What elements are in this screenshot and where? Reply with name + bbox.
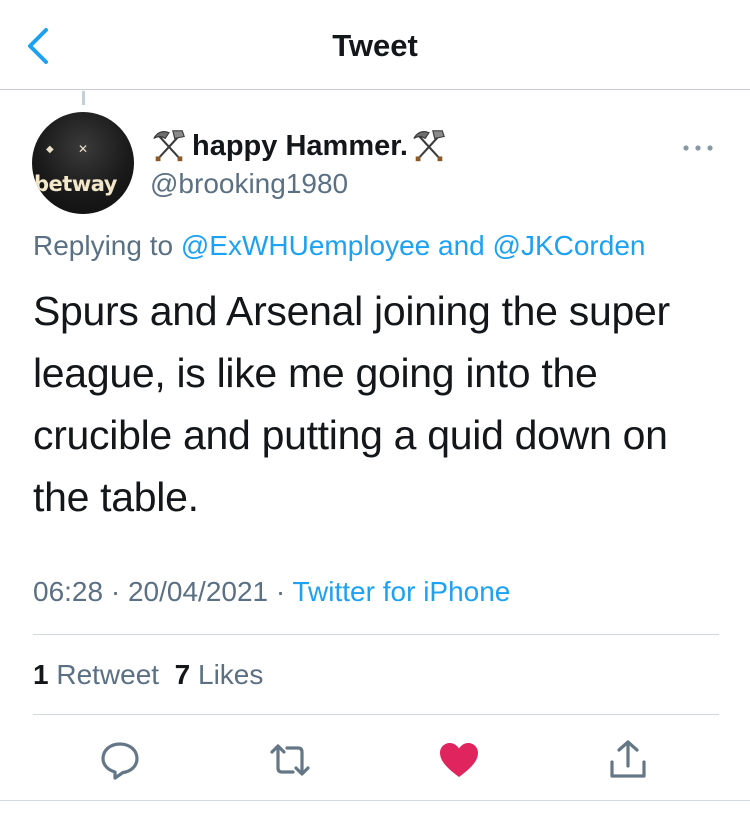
- avatar-sponsor-text: betway: [34, 172, 117, 196]
- tweet-stats: 1 Retweet 7 Likes: [33, 659, 263, 691]
- more-options-icon[interactable]: [680, 138, 716, 158]
- hammer-pick-icon: [413, 130, 445, 162]
- retweet-icon[interactable]: [268, 738, 312, 782]
- navigation-bar: Tweet: [0, 0, 750, 90]
- retweets-label: Retweet: [56, 659, 160, 690]
- tweet-time: 06:28: [33, 576, 104, 607]
- tweet-date: 20/04/2021: [127, 576, 269, 607]
- author-display-name: happy Hammer.: [192, 129, 408, 162]
- divider: [0, 800, 750, 801]
- retweets-count: 1: [33, 659, 49, 690]
- likes-count: 7: [174, 659, 191, 690]
- divider: [33, 714, 719, 715]
- mention-link-exwhuemployee[interactable]: @ExWHUemployee: [181, 230, 430, 261]
- hammer-pick-icon: [153, 130, 185, 162]
- kit-logo-icon: ◆: [46, 144, 54, 155]
- replying-to-line: Replying to @ExWHUemployee and @JKCorden: [33, 230, 645, 262]
- avatar[interactable]: ◆ ✕ betway: [32, 112, 134, 214]
- mention-link-jkcorden[interactable]: @JKCorden: [493, 230, 646, 261]
- likes-stat[interactable]: 7 Likes: [175, 659, 264, 690]
- retweets-stat[interactable]: 1 Retweet: [33, 659, 159, 690]
- meta-separator: ·: [268, 576, 293, 607]
- author-handle[interactable]: @brooking1980: [150, 168, 348, 200]
- replying-to-label: Replying to: [33, 230, 181, 261]
- tweet-source-link[interactable]: Twitter for iPhone: [293, 576, 511, 607]
- author-display-name-row[interactable]: happy Hammer.: [150, 126, 448, 166]
- mention-joiner: and: [430, 230, 493, 261]
- tweet-meta: 06:28 · 20/04/2021 · Twitter for iPhone: [33, 576, 510, 608]
- divider: [33, 634, 719, 635]
- heart-icon[interactable]: [437, 738, 481, 782]
- meta-separator: ·: [103, 576, 128, 607]
- likes-label: Likes: [198, 659, 264, 690]
- page-title: Tweet: [332, 28, 418, 63]
- reply-bubble-icon[interactable]: [98, 738, 142, 782]
- club-crest-icon: ✕: [78, 142, 89, 156]
- thread-connector-line: [82, 91, 85, 105]
- tweet-text: Spurs and Arsenal joining the super leag…: [33, 288, 670, 520]
- share-icon[interactable]: [606, 738, 650, 782]
